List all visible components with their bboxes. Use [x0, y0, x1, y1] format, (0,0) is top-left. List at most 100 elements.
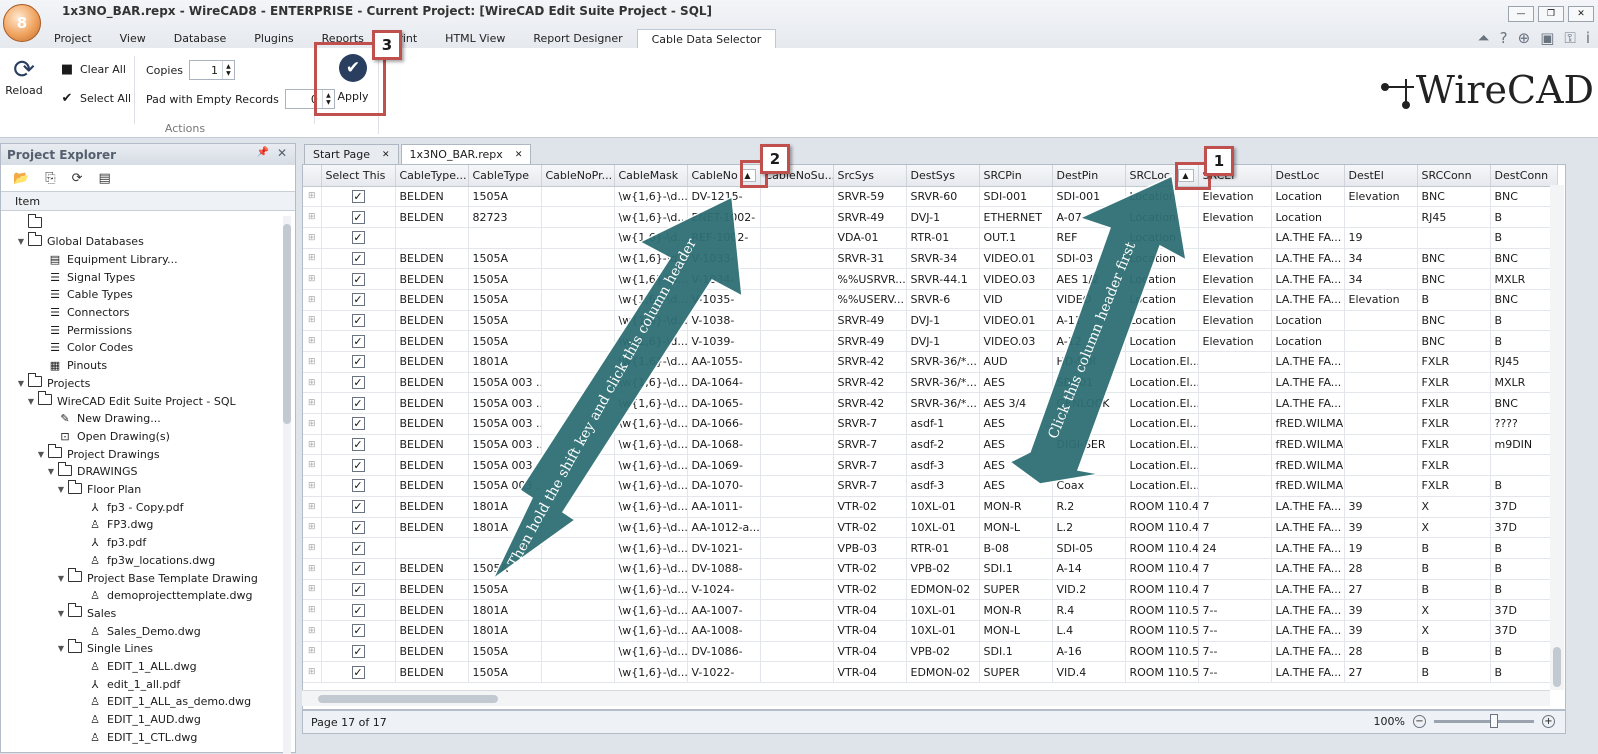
table-row[interactable]: ⊞ ✓ BELDEN 1801A \w{1,6}-\d... AA-1012-a... VT…: [303, 517, 1558, 539]
tree-item[interactable]: ▼ DRAWINGS: [45, 461, 137, 481]
table-cell[interactable]: [395, 227, 469, 249]
table-cell[interactable]: SRVR-59: [833, 186, 907, 208]
table-cell[interactable]: [760, 248, 834, 270]
table-cell[interactable]: 34: [1344, 268, 1418, 290]
table-cell[interactable]: Elevation: [1198, 310, 1272, 332]
table-cell[interactable]: BELDEN: [395, 641, 469, 663]
table-cell[interactable]: OUT.1: [979, 227, 1053, 249]
tree-item[interactable]: ▼ Floor Plan: [55, 479, 141, 499]
table-cell[interactable]: SUPER: [979, 579, 1053, 601]
table-cell[interactable]: [1198, 454, 1272, 477]
zoom-out-icon[interactable]: −: [1413, 715, 1426, 728]
table-cell[interactable]: L.4: [1052, 620, 1126, 642]
table-cell[interactable]: [1344, 206, 1418, 228]
table-cell[interactable]: DV-1088-: [687, 558, 761, 580]
table-row[interactable]: ⊞ ✓ BELDEN 1505A \w{1,6}-\d... V-1024- VTR-02 E…: [303, 579, 1558, 601]
table-cell[interactable]: GENLOCK: [1052, 392, 1126, 415]
table-cell[interactable]: [1344, 413, 1418, 435]
table-cell[interactable]: 1505A: [468, 661, 542, 683]
table-cell[interactable]: V-1034-: [687, 268, 761, 290]
expand-row-icon[interactable]: ⊞: [303, 351, 322, 373]
tree-toggle-icon[interactable]: ▼: [55, 609, 67, 618]
table-cell[interactable]: [541, 475, 615, 497]
select-checkbox[interactable]: ✓: [351, 251, 365, 265]
table-cell[interactable]: RTR-01: [906, 227, 980, 249]
tree-item[interactable]: ☰ Cable Types: [35, 286, 133, 304]
table-cell[interactable]: AUD: [979, 351, 1053, 373]
tree-item[interactable]: ▦ Pinouts: [35, 357, 107, 375]
table-cell[interactable]: DA-1066-: [687, 413, 761, 435]
table-cell[interactable]: ROOM 110.5: [1125, 641, 1199, 663]
table-cell[interactable]: B: [1490, 475, 1558, 497]
table-cell[interactable]: LA.THE FA...: [1271, 392, 1345, 415]
table-cell[interactable]: BNC: [1417, 186, 1491, 208]
select-checkbox[interactable]: ✓: [351, 189, 365, 203]
ribbon-tab-html-view[interactable]: HTML View: [431, 29, 519, 49]
table-cell[interactable]: L.2: [1052, 517, 1126, 539]
table-cell[interactable]: 1505A 003 ...: [468, 372, 542, 394]
select-checkbox[interactable]: ✓: [351, 376, 365, 390]
table-cell[interactable]: Location: [1125, 248, 1199, 270]
table-cell[interactable]: VTR-04: [833, 620, 907, 642]
table-cell[interactable]: \w{1,6}-\d...: [614, 475, 688, 497]
web-icon[interactable]: ⊕: [1518, 29, 1531, 47]
table-cell[interactable]: AES: [979, 372, 1053, 394]
expand-row-icon[interactable]: ⊞: [303, 206, 322, 228]
expand-row-icon[interactable]: ⊞: [303, 268, 322, 290]
table-row[interactable]: ⊞ ✓ BELDEN 1505A \w{1,6}-\d... DV-1088- VTR-02…: [303, 558, 1558, 580]
table-cell[interactable]: [541, 496, 615, 518]
table-cell[interactable]: SDI-001: [1052, 186, 1126, 208]
table-cell[interactable]: [541, 620, 615, 642]
table-cell[interactable]: X: [1417, 496, 1491, 518]
table-cell[interactable]: V-1033-: [687, 248, 761, 270]
table-cell[interactable]: B: [1490, 227, 1558, 249]
tree-item[interactable]: ☰ Signal Types: [35, 268, 135, 286]
explorer-column-header[interactable]: Item: [1, 191, 295, 211]
app-orb-button[interactable]: 8: [3, 4, 41, 42]
table-row[interactable]: ⊞ ✓ BELDEN 1505A \w{1,6}-\d... V-1035- %%USERV…: [303, 289, 1558, 311]
expand-row-icon[interactable]: ⊞: [303, 620, 322, 642]
table-cell[interactable]: VTR-04: [833, 599, 907, 621]
tree-item[interactable]: ✎ New Drawing...: [45, 410, 160, 428]
tree-toggle-icon[interactable]: ▼: [55, 485, 67, 494]
table-cell[interactable]: SRVR-44.1: [906, 268, 980, 290]
ribbon-tab-database[interactable]: Database: [160, 29, 241, 49]
table-cell[interactable]: Elevation: [1198, 206, 1272, 228]
restore-button[interactable]: ❐: [1538, 6, 1564, 22]
table-cell[interactable]: \w{1,6}-\d...: [614, 434, 688, 456]
table-cell[interactable]: 1505A 003 ...: [468, 454, 542, 477]
table-cell[interactable]: 7--: [1198, 661, 1272, 683]
document-tab[interactable]: 1x3NO_BAR.repx ✕: [400, 144, 532, 164]
table-row[interactable]: ⊞ ✓ BELDEN 1801A \w{1,6}-\d... AA-1011- VTR-02…: [303, 496, 1558, 518]
table-cell[interactable]: [541, 186, 615, 208]
horizontal-scroll-thumb[interactable]: [318, 695, 498, 703]
table-cell[interactable]: m9DIN: [1490, 434, 1558, 456]
table-cell[interactable]: 1505A 003 ...: [468, 434, 542, 456]
expand-row-icon[interactable]: ⊞: [303, 537, 322, 559]
table-cell[interactable]: SRVR-31: [833, 248, 907, 270]
minimize-button[interactable]: —: [1508, 6, 1534, 22]
table-cell[interactable]: BELDEN: [395, 599, 469, 621]
table-cell[interactable]: [1344, 434, 1418, 456]
table-cell[interactable]: MON-R: [979, 599, 1053, 621]
ribbon-tab-plugins[interactable]: Plugins: [240, 29, 307, 49]
table-cell[interactable]: MON-L: [979, 517, 1053, 539]
table-cell[interactable]: R.4: [1052, 599, 1126, 621]
table-cell[interactable]: [760, 599, 834, 621]
table-cell[interactable]: 1505A: [468, 330, 542, 352]
table-cell[interactable]: 10XL-01: [906, 599, 980, 621]
table-cell[interactable]: BELDEN: [395, 558, 469, 580]
column-header[interactable]: DestSys: [906, 165, 980, 187]
refresh-icon[interactable]: ⟳: [72, 171, 83, 186]
table-cell[interactable]: SDI.1: [979, 558, 1053, 580]
table-cell[interactable]: BELDEN: [395, 248, 469, 270]
tree-item[interactable]: ⊡ Open Drawing(s): [45, 427, 170, 445]
table-cell[interactable]: B: [1417, 537, 1491, 559]
table-cell[interactable]: REF-1002-: [687, 227, 761, 249]
table-cell[interactable]: V-1039-: [687, 330, 761, 352]
table-cell[interactable]: [541, 413, 615, 435]
tree-item[interactable]: ▼ Project Drawings: [35, 444, 160, 463]
table-cell[interactable]: [541, 248, 615, 270]
table-cell[interactable]: BELDEN: [395, 186, 469, 208]
table-cell[interactable]: ROOM 110.4: [1125, 496, 1199, 518]
